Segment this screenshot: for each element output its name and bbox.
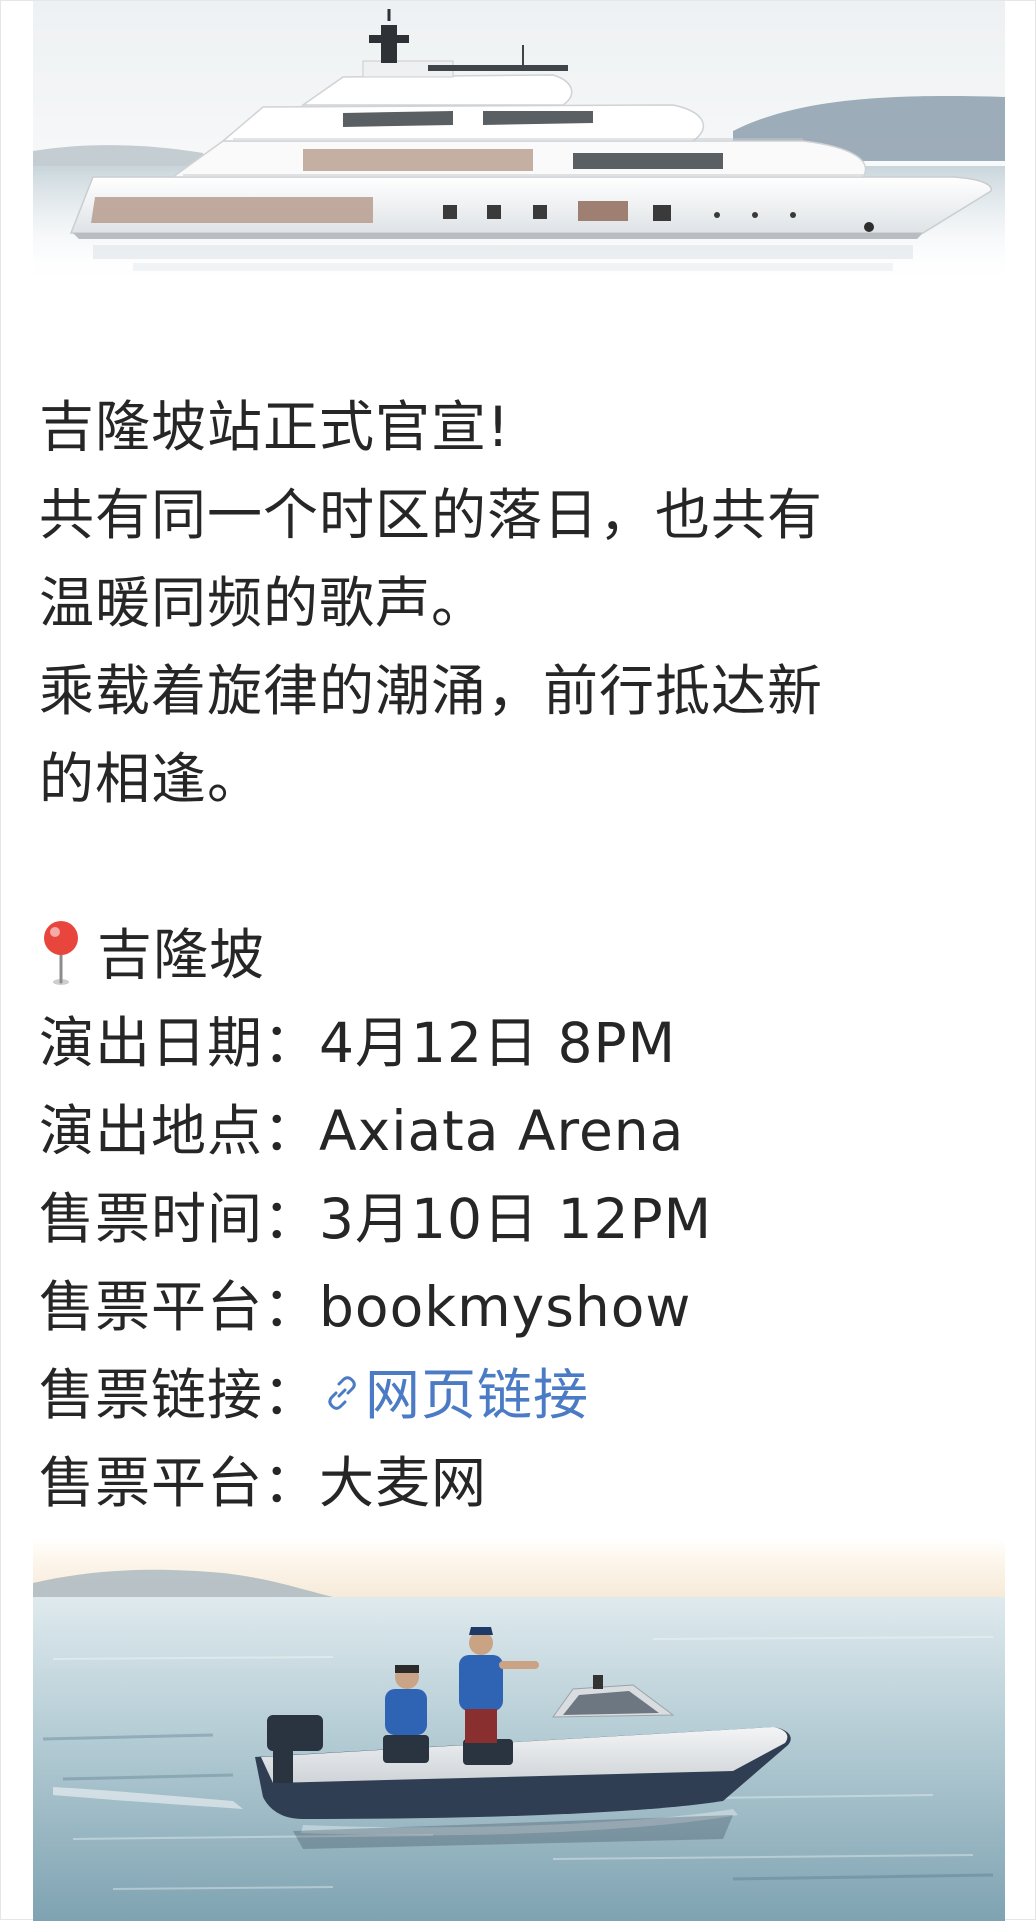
date-value: 4月12日 8PM [319,1011,677,1075]
platform2-label: 售票平台： [39,1451,320,1515]
sale-time-row: 售票时间：3月10日 12PM [39,1175,1009,1263]
link-icon [328,1376,356,1410]
speedboat-image [33,1539,1005,1921]
sale-time-value: 3月10日 12PM [319,1187,713,1251]
pin-icon [44,921,78,985]
venue-row: 演出地点：Axiata Arena [39,1087,1009,1175]
venue-value: Axiata Arena [319,1099,685,1163]
platform-row: 售票平台：bookmyshow [39,1263,1009,1351]
date-row: 演出日期：4月12日 8PM [39,999,1009,1087]
post-container: 吉隆坡站正式官宣! 共有同一个时区的落日，也共有 温暖同频的歌声。 乘载着旋律的… [0,0,1036,1921]
post-title: 吉隆坡站正式官宣! [39,395,511,459]
post-line: 的相逢。 [39,747,264,811]
post-line: 乘载着旋律的潮涌，前行抵达新 [39,659,824,723]
post-body: 吉隆坡站正式官宣! 共有同一个时区的落日，也共有 温暖同频的歌声。 乘载着旋律的… [39,383,1009,1527]
link-row: 售票链接： 网页链接 [39,1351,1009,1439]
post-line: 共有同一个时区的落日，也共有 [39,483,824,547]
platform-label: 售票平台： [39,1275,320,1339]
platform-value: bookmyshow [319,1275,692,1339]
venue-label: 演出地点： [39,1099,320,1163]
location-name: 吉隆坡 [97,923,266,987]
sale-time-label: 售票时间： [39,1187,320,1251]
link-text: 网页链接 [365,1363,590,1427]
platform2-row: 售票平台：大麦网 [39,1439,1009,1527]
link-label: 售票链接： [39,1363,320,1427]
date-label: 演出日期： [39,1011,320,1075]
location-row: 吉隆坡 [39,911,1009,999]
post-line: 温暖同频的歌声。 [39,571,488,635]
yacht-image [33,1,1005,371]
platform2-value: 大麦网 [319,1451,488,1515]
ticket-link[interactable]: 网页链接 [319,1363,589,1427]
